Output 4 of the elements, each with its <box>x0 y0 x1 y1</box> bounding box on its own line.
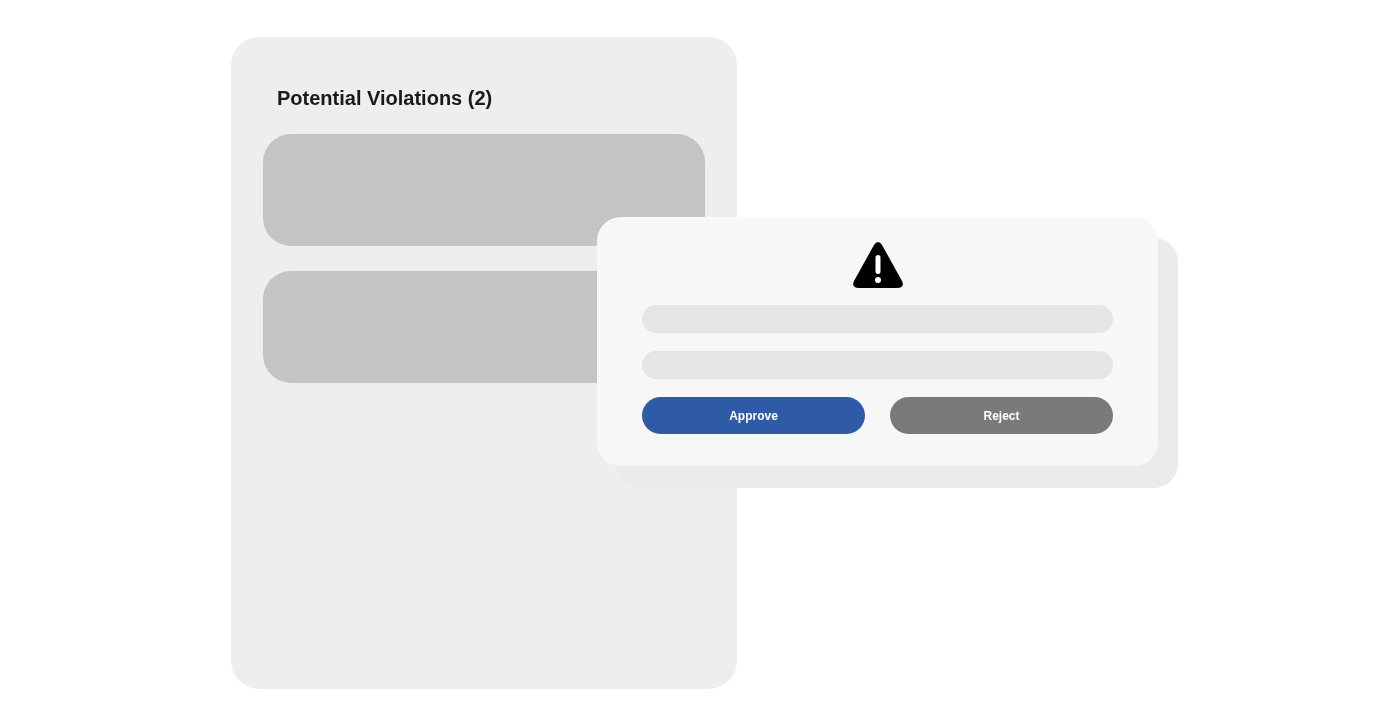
warning-icon <box>851 241 904 289</box>
panel-title: Potential Violations (2) <box>277 86 494 111</box>
approve-button[interactable]: Approve <box>642 397 865 434</box>
reject-button[interactable]: Reject <box>890 397 1113 434</box>
